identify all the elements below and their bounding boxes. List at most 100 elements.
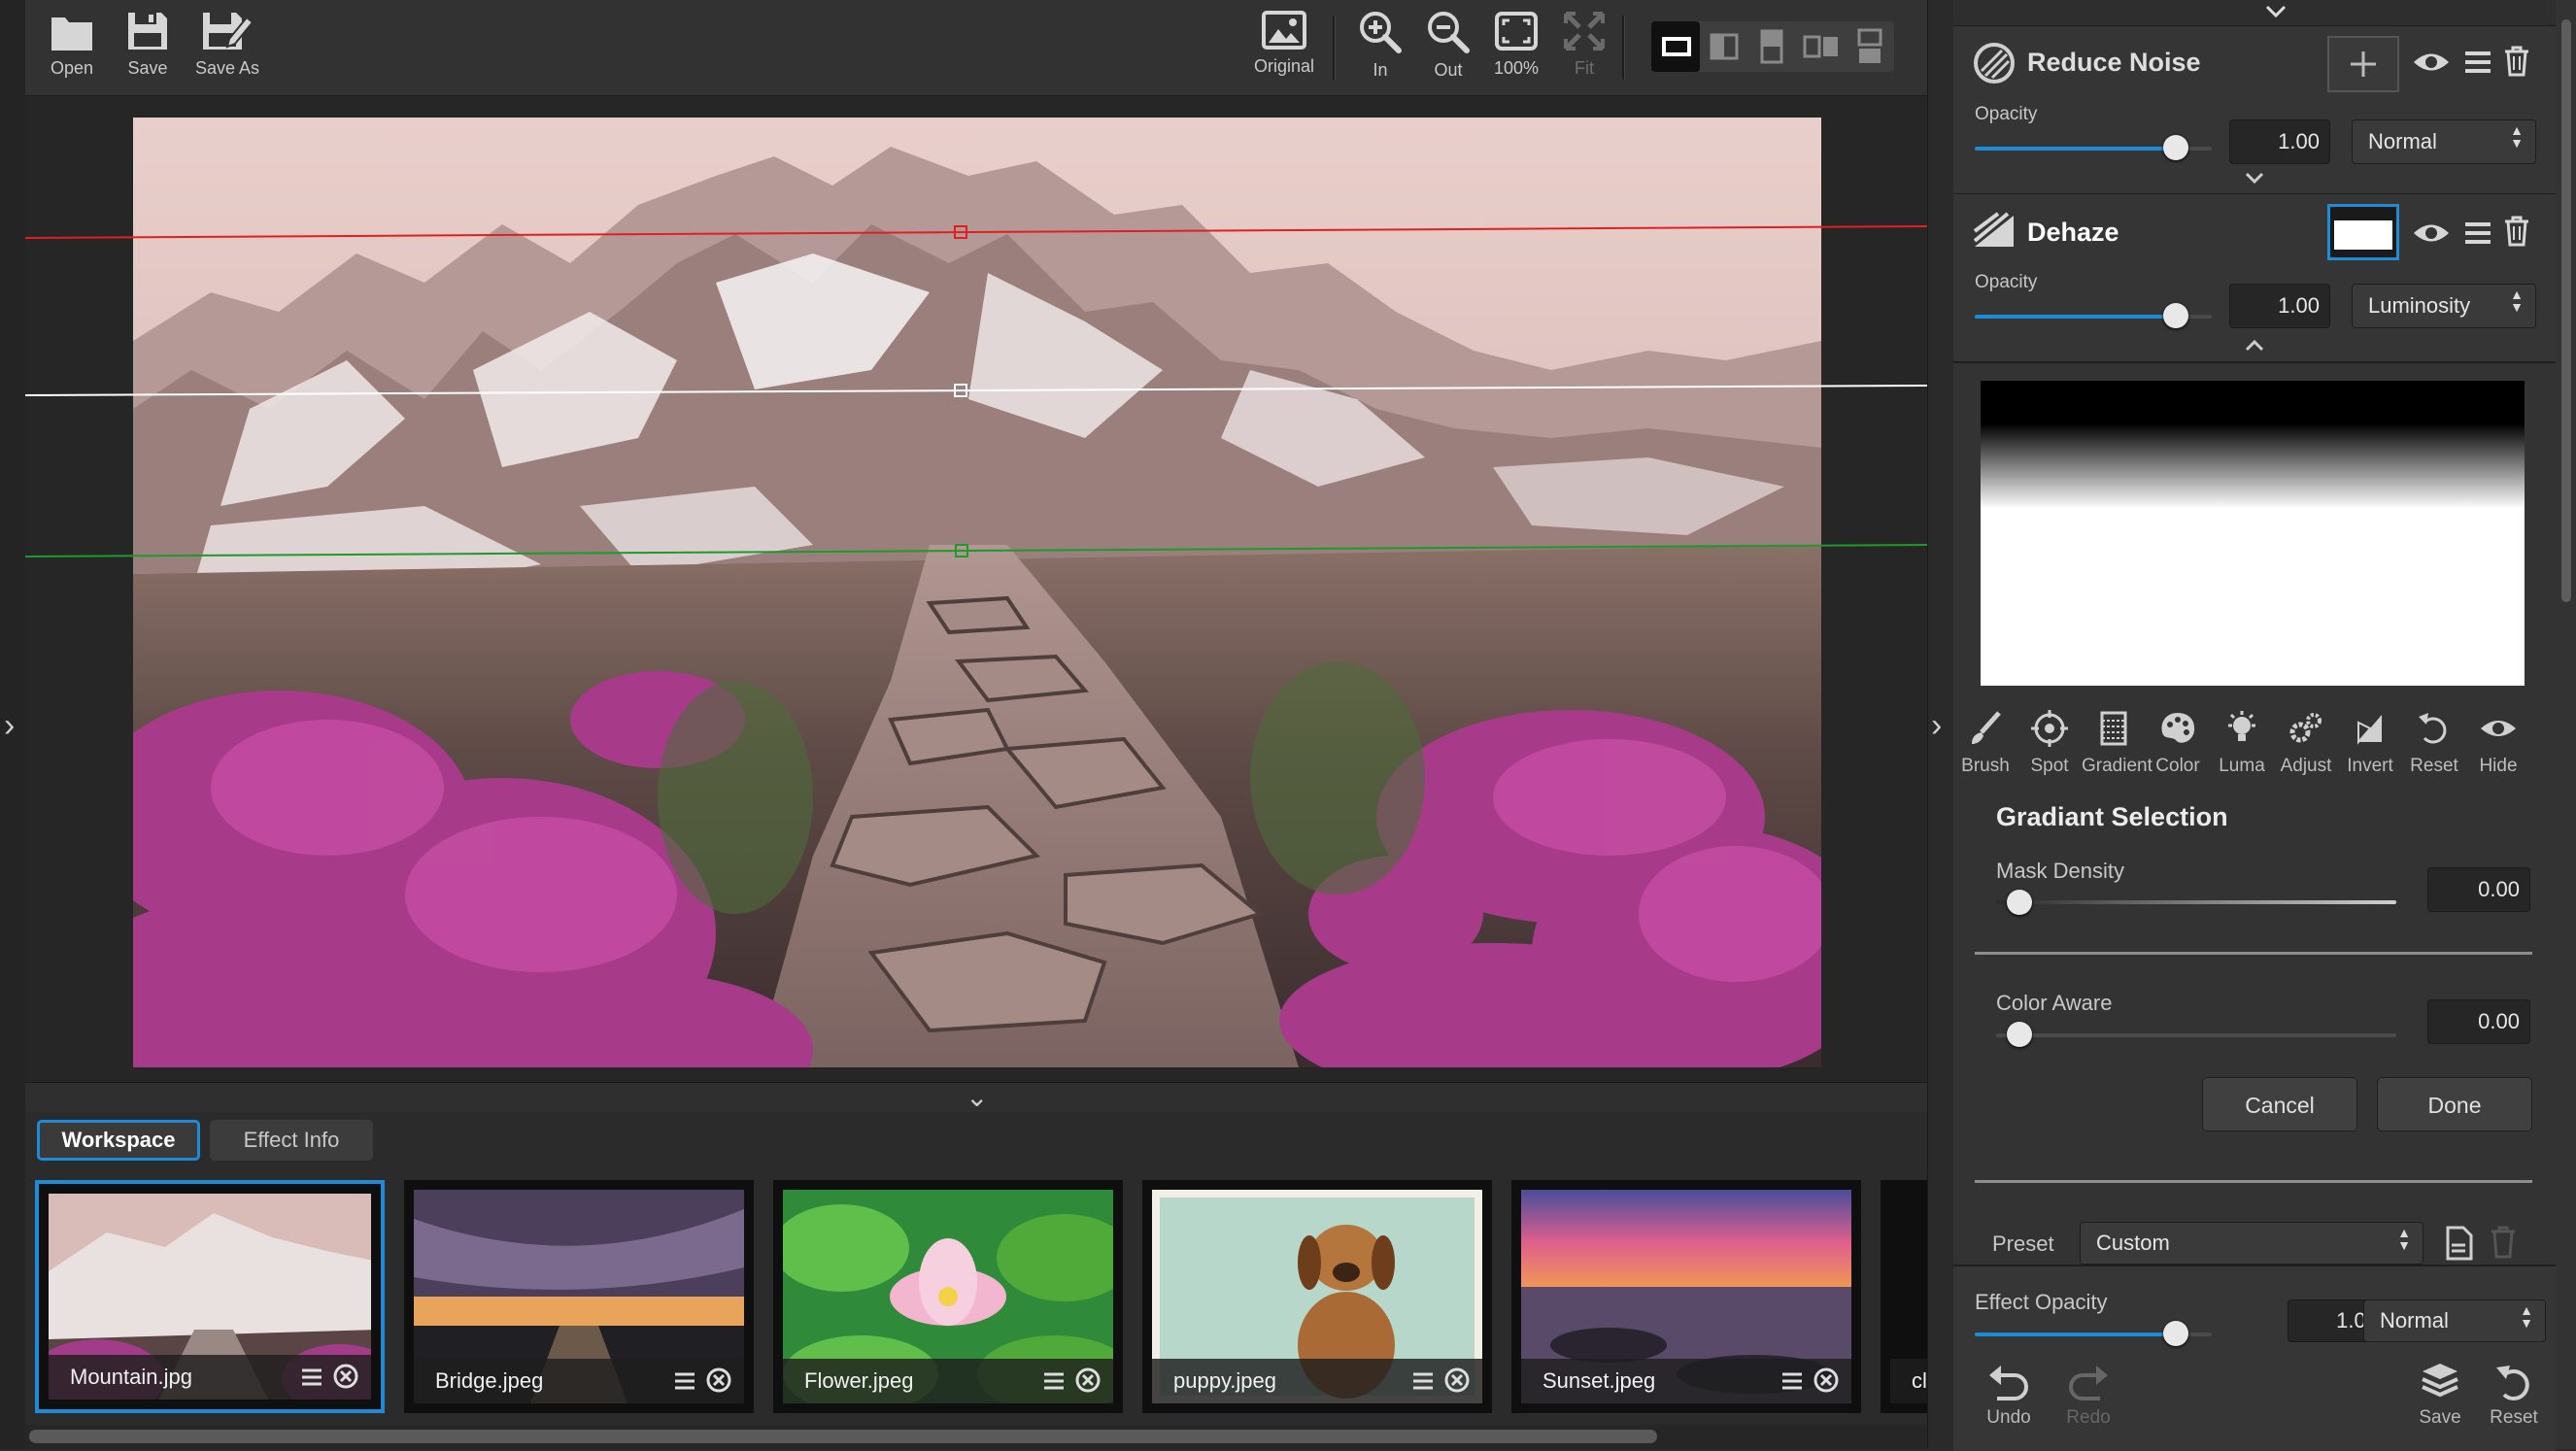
close-circle-icon[interactable] [1443,1367,1471,1394]
menu-icon[interactable] [1412,1368,1434,1394]
menu-icon[interactable] [301,1365,322,1390]
preset-dropdown[interactable]: Custom ▲ ▼ [2080,1222,2423,1265]
undo-button[interactable]: Undo [1975,1364,2043,1429]
thumbnail-mountain[interactable]: Mountain.jpg [35,1180,385,1413]
color-aware-knob[interactable] [2007,1022,2032,1047]
adjustments-panel: Reduce Noise Opacity 1.00 Normal ▲ ▼ Deha… [1953,0,2576,1451]
single-view-icon [1662,37,1691,56]
thumbnail-name: cl [1912,1368,1927,1393]
reset-icon [2496,1366,2529,1400]
opacity-slider-knob[interactable] [2163,135,2189,160]
save-preset-icon[interactable] [2444,1226,2473,1261]
mask-density-slider[interactable] [1996,900,2396,904]
opacity-value-field[interactable]: 1.00 [2229,119,2330,164]
target-icon [2031,710,2068,747]
zoom-100-button[interactable]: 100% [1482,6,1550,79]
opacity-slider-knob[interactable] [2163,303,2189,328]
horizontal-scrollbar[interactable] [25,1425,1927,1449]
trash-icon[interactable] [2503,216,2530,247]
luma-tool[interactable]: Luma [2210,709,2274,777]
layer-mask-button[interactable] [2327,36,2399,92]
spot-tool[interactable]: Spot [2017,709,2082,777]
menu-icon[interactable] [2464,50,2491,75]
view-split-horizontal-button[interactable] [1748,21,1797,72]
fit-button[interactable]: Fit [1550,6,1618,79]
zoom-in-button[interactable]: In [1346,6,1414,81]
actual-size-icon [1495,12,1538,51]
color-aware-slider[interactable] [1996,1033,2396,1037]
redo-button[interactable]: Redo [2054,1364,2122,1429]
eye-icon[interactable] [2412,220,2451,246]
tab-effect-info[interactable]: Effect Info [210,1120,373,1161]
adjust-tool[interactable]: Adjust [2274,709,2338,777]
color-aware-value-field[interactable]: 0.00 [2427,999,2530,1044]
mask-density-value-field[interactable]: 0.00 [2427,867,2530,912]
brush-tool[interactable]: Brush [1953,709,2017,777]
mask-density-knob[interactable] [2007,890,2032,915]
thumbnail-sunset[interactable]: Sunset.jpeg [1511,1180,1861,1413]
close-circle-icon[interactable] [705,1367,732,1394]
thumbnail-bridge[interactable]: Bridge.jpeg [404,1180,754,1413]
done-button[interactable]: Done [2377,1077,2532,1131]
save-label: Save [2419,1407,2461,1428]
trash-icon[interactable] [2503,46,2530,77]
close-circle-icon[interactable] [332,1363,359,1390]
eye-icon[interactable] [2412,50,2451,75]
opacity-value-field[interactable]: 1.00 [2229,284,2330,328]
panel-vertical-scrollbar[interactable] [2560,19,2574,602]
view-single-button[interactable] [1651,21,1700,72]
bottom-panel-toggle[interactable]: ⌄ [25,1082,1927,1113]
image-canvas[interactable] [25,96,1927,1082]
view-split-vertical-button[interactable] [1700,21,1748,72]
thumbnail-name: Mountain.jpg [70,1365,192,1389]
chevron-up-icon[interactable] [2243,338,2266,354]
mask-preview [1981,381,2525,686]
section-divider [1975,952,2532,955]
original-button[interactable]: Original [1237,6,1331,77]
menu-icon[interactable] [1043,1368,1065,1394]
blend-mode-dropdown[interactable]: Luminosity ▲ ▼ [2352,284,2536,328]
trash-icon[interactable] [2490,1226,2517,1259]
gradient-tool[interactable]: Gradient [2082,709,2152,777]
color-tool[interactable]: Color [2146,709,2210,777]
effect-blend-mode-dropdown[interactable]: Normal ▲ ▼ [2363,1299,2546,1342]
gradient-bottom-guide[interactable] [25,544,1927,557]
thumbnail-puppy[interactable]: puppy.jpeg [1142,1180,1492,1413]
zoom-out-button[interactable]: Out [1414,6,1482,81]
gradient-top-guide[interactable] [25,225,1927,239]
menu-icon[interactable] [1781,1368,1803,1394]
chevron-down-icon[interactable] [2243,170,2266,186]
menu-icon[interactable] [674,1368,695,1394]
reset-effect-button[interactable]: Reset [2480,1362,2548,1429]
open-button[interactable]: Open [33,6,111,79]
save-as-button[interactable]: Save As [188,6,266,79]
view-stacked-button[interactable] [1846,21,1894,72]
effect-opacity-knob[interactable] [2163,1321,2189,1346]
opacity-label: Opacity [1975,104,2038,124]
save-button[interactable]: Save [109,6,186,79]
cancel-button[interactable]: Cancel [2202,1077,2357,1131]
view-side-by-side-button[interactable] [1797,21,1846,72]
right-panel-toggle[interactable]: › [1927,0,1954,1449]
tab-workspace[interactable]: Workspace [37,1120,200,1161]
gradient-mid-guide[interactable] [25,385,1927,396]
zoom-in-icon [1360,12,1402,53]
blend-mode-dropdown[interactable]: Normal ▲ ▼ [2352,119,2536,164]
layers-collapse-toggle[interactable] [1953,0,2556,26]
invert-tool[interactable]: Invert [2338,709,2402,777]
close-circle-icon[interactable] [1813,1367,1840,1394]
reduce-noise-icon [1974,43,2015,84]
hide-tool[interactable]: Hide [2466,709,2530,777]
close-circle-icon[interactable] [1074,1367,1102,1394]
stacked-view-icon [1857,28,1882,63]
save-effect-button[interactable]: Save [2406,1362,2474,1429]
reset-tool[interactable]: Reset [2402,709,2466,777]
left-panel-toggle[interactable]: › [0,0,26,1449]
scrollbar-thumb[interactable] [29,1430,1657,1443]
layer-mask-thumbnail[interactable] [2327,204,2399,260]
thumbnail-partial[interactable]: cl [1881,1180,1927,1413]
fit-label: Fit [1575,58,1594,78]
scrollbar-thumb[interactable] [2561,19,2571,602]
menu-icon[interactable] [2464,220,2491,246]
thumbnail-flower[interactable]: Flower.jpeg [773,1180,1123,1413]
